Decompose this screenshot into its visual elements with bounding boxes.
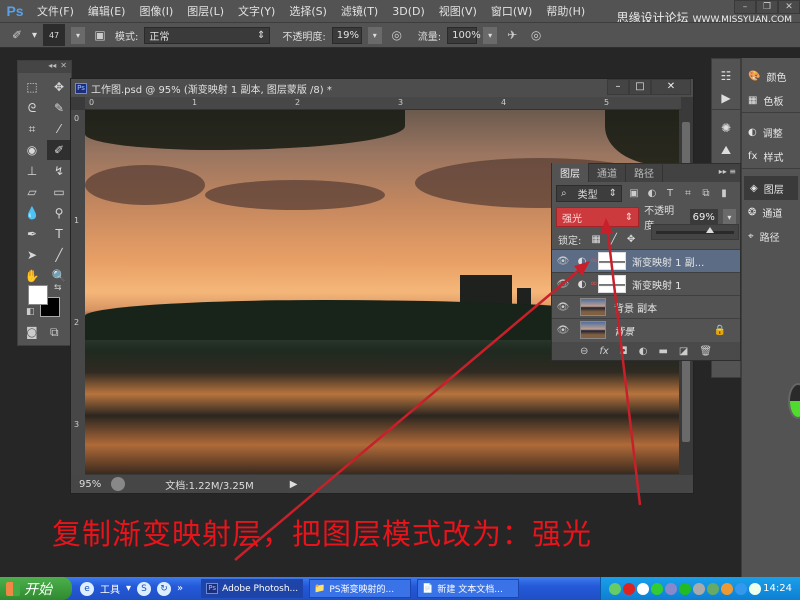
task-label: Adobe Photosh... <box>222 583 299 594</box>
clock: 14:24 <box>763 583 792 594</box>
tray-app-icon[interactable] <box>707 582 719 595</box>
ps-task-icon: Ps <box>206 583 219 594</box>
annotation-arrows <box>234 218 642 561</box>
sogou-icon[interactable]: S <box>137 581 152 596</box>
task-label: 新建 文本文档... <box>437 585 503 595</box>
task-folder[interactable]: 📁 PS渐变映射的... <box>309 579 412 598</box>
folder-icon: 📁 <box>314 583 326 594</box>
task-notepad[interactable]: 📄 新建 文本文档... <box>417 579 520 598</box>
tray-player-icon[interactable] <box>623 582 635 595</box>
task-label: PS渐变映射的... <box>329 585 395 595</box>
ie-icon[interactable]: e <box>80 581 94 596</box>
tray-audio-icon[interactable] <box>693 582 705 595</box>
start-label: 开始 <box>24 581 52 598</box>
update-icon[interactable]: ↻ <box>157 581 172 596</box>
windows-flag-icon <box>6 581 20 596</box>
tutorial-caption: 复制渐变映射层，把图层模式改为：强光 <box>52 517 593 551</box>
more-icon[interactable]: » <box>177 583 183 594</box>
notepad-icon: 📄 <box>422 583 434 594</box>
task-photoshop[interactable]: Ps Adobe Photosh... <box>201 579 304 598</box>
tray-network-icon[interactable] <box>665 582 677 595</box>
toolbar-dropdown-icon[interactable]: ▾ <box>126 583 131 594</box>
tray-security-icon[interactable] <box>735 582 747 595</box>
windows-taskbar: 开始 e 工具 ▾ S ↻ » Ps Adobe Photosh... 📁 PS渐变映… <box>0 577 800 600</box>
tray-k-icon[interactable] <box>609 582 621 595</box>
tray-shield-icon[interactable] <box>721 582 733 595</box>
tray-cloud-icon[interactable] <box>749 582 761 595</box>
tray-sogou-icon[interactable] <box>637 582 649 595</box>
toolbar-label[interactable]: 工具 <box>100 581 120 596</box>
arrow-to-blend-mode <box>605 224 642 506</box>
system-tray: 14:24 <box>600 577 800 600</box>
tray-update-icon[interactable] <box>651 582 663 595</box>
tray-download-icon[interactable] <box>679 582 691 595</box>
start-button[interactable]: 开始 <box>0 577 72 600</box>
arrow-head <box>600 218 613 234</box>
quick-launch: e 工具 ▾ S ↻ » <box>80 581 183 596</box>
foreground-color-swatch[interactable] <box>28 285 48 305</box>
